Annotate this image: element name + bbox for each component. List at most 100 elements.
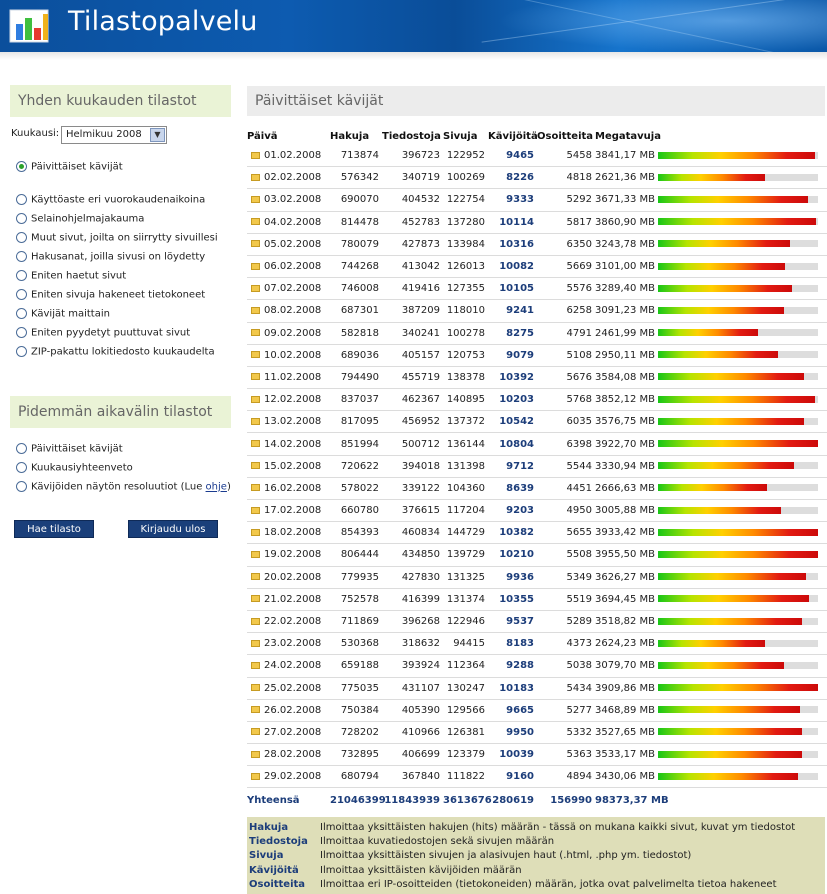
visitors-cell[interactable]: 8183 — [488, 632, 537, 656]
radio-button[interactable] — [16, 346, 27, 357]
folder-icon — [251, 484, 260, 492]
monthly-option[interactable]: Kävijät maittain — [16, 308, 110, 322]
radio-button[interactable] — [16, 270, 27, 281]
radio-button[interactable] — [16, 232, 27, 243]
radio-button[interactable] — [16, 481, 27, 492]
monthly-option[interactable]: Hakusanat, joilla sivusi on löydetty — [16, 251, 205, 265]
monthly-option[interactable]: Eniten haetut sivut — [16, 270, 126, 284]
month-select[interactable]: Helmikuu 2008 ▼ — [61, 126, 167, 144]
visitors-cell[interactable]: 10316 — [488, 233, 537, 256]
files-cell: 396723 — [382, 145, 443, 168]
visitors-cell[interactable]: 9665 — [488, 699, 537, 722]
visitors-cell[interactable]: 8639 — [488, 477, 537, 501]
table-row: 12.02.2008 837037 462367 140895 10203 5768 385… — [247, 388, 827, 412]
bar-cell — [658, 521, 827, 545]
visitors-cell[interactable]: 9079 — [488, 344, 537, 367]
longer-option[interactable]: Päivittäiset kävijät — [16, 443, 123, 457]
visitors-cell[interactable]: 10542 — [488, 410, 537, 434]
monthly-option-label: Selainohjelmajakauma — [31, 213, 145, 225]
visitors-cell[interactable]: 9288 — [488, 654, 537, 678]
monthly-option[interactable]: Eniten sivuja hakeneet tietokoneet — [16, 289, 205, 303]
visitors-cell[interactable]: 10114 — [488, 211, 537, 234]
table-row: 01.02.2008 713874 396723 122952 9465 5458 3841… — [247, 145, 827, 168]
date-cell: 04.02.2008 — [247, 211, 330, 234]
megabytes-bar-track — [658, 195, 818, 203]
folder-icon — [251, 639, 260, 647]
radio-button[interactable] — [16, 194, 27, 205]
radio-button[interactable] — [16, 462, 27, 473]
visitors-cell[interactable]: 10082 — [488, 255, 537, 279]
monthly-option[interactable]: ZIP-pakattu lokitiedosto kuukaudelta — [16, 346, 215, 360]
radio-button[interactable] — [16, 251, 27, 262]
longer-option-label: Kuukausiyhteenveto — [31, 462, 133, 474]
radio-button[interactable] — [16, 213, 27, 224]
visitors-cell[interactable]: 10105 — [488, 277, 537, 301]
visitors-cell[interactable]: 9712 — [488, 455, 537, 478]
visitors-cell[interactable]: 9936 — [488, 566, 537, 589]
visitors-cell[interactable]: 10039 — [488, 743, 537, 767]
chart-logo-icon — [9, 9, 49, 43]
files-cell: 406699 — [382, 743, 443, 767]
megabytes-cell: 3330,94 MB — [595, 455, 658, 478]
visitors-cell[interactable]: 10183 — [488, 677, 537, 700]
megabytes-cell: 3289,40 MB — [595, 277, 658, 301]
visitors-cell[interactable]: 10392 — [488, 366, 537, 390]
visitors-cell[interactable]: 8226 — [488, 166, 537, 190]
monthly-option[interactable]: Eniten pyydetyt puuttuvat sivut — [16, 327, 190, 341]
visitors-cell[interactable]: 9465 — [488, 145, 537, 168]
megabytes-cell: 3576,75 MB — [595, 410, 658, 434]
longer-option[interactable]: Kuukausiyhteenveto — [16, 462, 133, 476]
visitors-cell[interactable]: 9950 — [488, 721, 537, 745]
monthly-option[interactable]: Käyttöaste eri vuorokaudenaikoina — [16, 194, 205, 208]
visitors-cell[interactable]: 10210 — [488, 543, 537, 567]
monthly-option[interactable]: Muut sivut, joilta on siirrytty sivuille… — [16, 232, 218, 246]
radio-button[interactable] — [16, 308, 27, 319]
pages-cell: 131374 — [443, 588, 488, 611]
radio-button[interactable] — [16, 161, 27, 172]
bar-cell — [658, 499, 827, 523]
visitors-cell[interactable]: 10804 — [488, 432, 537, 456]
date-cell: 15.02.2008 — [247, 455, 330, 478]
bar-cell — [658, 477, 827, 501]
hits-cell: 687301 — [330, 299, 382, 323]
radio-button[interactable] — [16, 289, 27, 300]
help-link[interactable]: ohje — [206, 482, 227, 493]
visitors-cell[interactable]: 9203 — [488, 499, 537, 523]
folder-icon — [251, 440, 260, 448]
visitors-cell[interactable]: 9241 — [488, 299, 537, 323]
radio-button[interactable] — [16, 327, 27, 338]
pages-cell: 94415 — [443, 632, 488, 656]
folder-icon — [251, 195, 260, 203]
visitors-cell[interactable]: 8275 — [488, 322, 537, 345]
visitors-cell[interactable]: 9333 — [488, 188, 537, 212]
visitors-cell[interactable]: 10382 — [488, 521, 537, 545]
daily-date: 15.02.2008 — [264, 460, 322, 472]
table-row: 18.02.2008 854393 460834 144729 10382 5655 393… — [247, 521, 827, 545]
ips-cell: 5458 — [537, 145, 595, 168]
bar-cell — [658, 277, 827, 301]
pages-cell: 123379 — [443, 743, 488, 767]
hits-cell: 744268 — [330, 255, 382, 279]
visitors-cell[interactable]: 9160 — [488, 765, 537, 789]
fetch-stats-button[interactable]: Hae tilasto — [14, 520, 94, 538]
visitors-cell[interactable]: 9537 — [488, 610, 537, 634]
folder-icon — [251, 462, 260, 470]
monthly-option[interactable]: Selainohjelmajakauma — [16, 213, 144, 227]
megabytes-cell: 3079,70 MB — [595, 654, 658, 678]
table-row: 09.02.2008 582818 340241 100278 8275 4791 2461… — [247, 322, 827, 345]
visitors-cell[interactable]: 10203 — [488, 388, 537, 412]
longer-option[interactable]: Kävijöiden näytön resoluutiot (Lue ohje) — [16, 481, 231, 495]
table-row: 15.02.2008 720622 394018 131398 9712 5544 3330… — [247, 455, 827, 478]
total-empty-cell — [658, 788, 827, 813]
bar-cell — [658, 211, 827, 234]
bar-cell — [658, 145, 827, 168]
radio-button[interactable] — [16, 443, 27, 454]
chevron-down-icon[interactable]: ▼ — [150, 128, 165, 142]
table-row: 27.02.2008 728202 410966 126381 9950 5332 3527… — [247, 721, 827, 745]
visitors-cell[interactable]: 10355 — [488, 588, 537, 611]
ips-cell: 4818 — [537, 166, 595, 190]
megabytes-bar — [658, 440, 818, 448]
files-cell: 460834 — [382, 521, 443, 545]
monthly-option[interactable]: Päivittäiset kävijät — [16, 161, 123, 175]
logout-button[interactable]: Kirjaudu ulos — [128, 520, 218, 538]
